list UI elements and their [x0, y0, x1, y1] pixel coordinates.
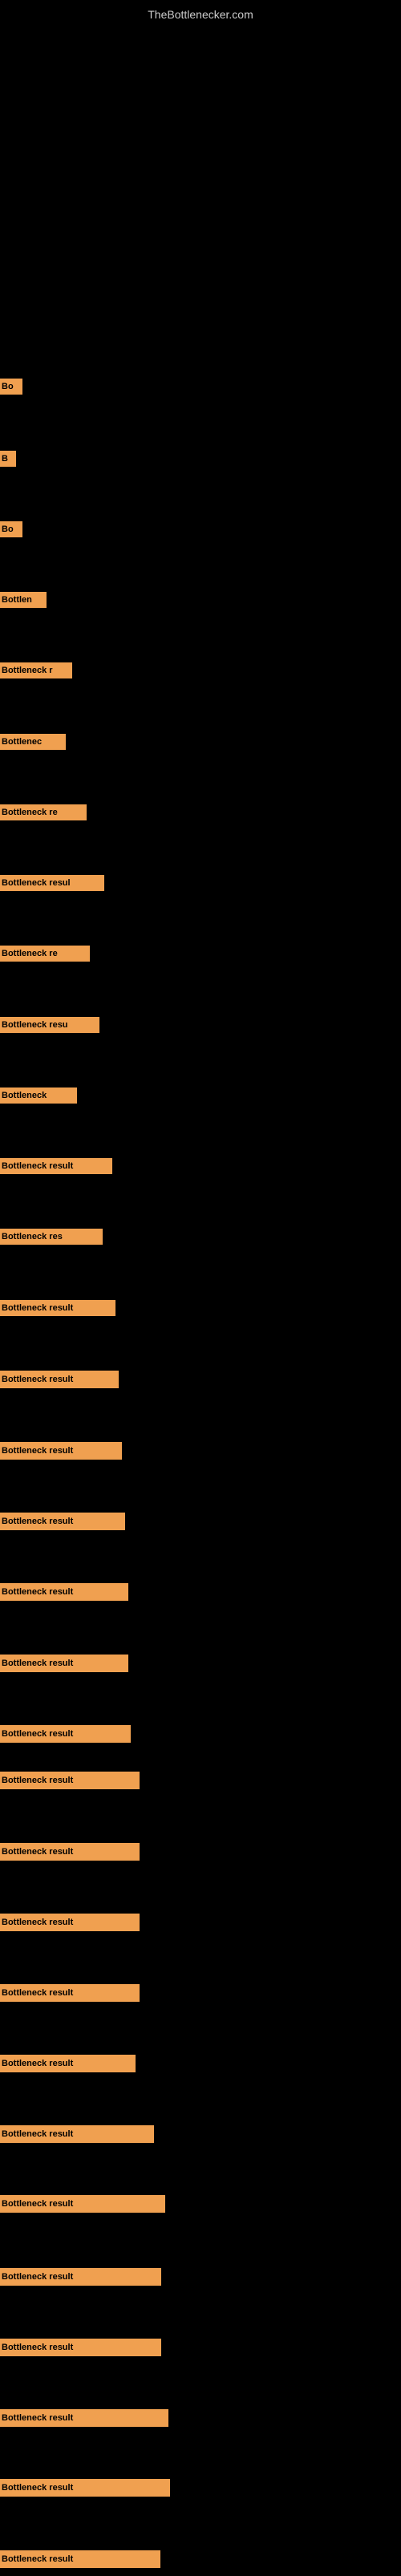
bottleneck-bar: Bottleneck result — [0, 1772, 140, 1789]
bottleneck-bar: Bottleneck result — [0, 2479, 170, 2497]
bottleneck-bar: Bottleneck result — [0, 2195, 165, 2213]
bottleneck-bar: Bottleneck re — [0, 804, 87, 820]
bottleneck-bar: Bottleneck r — [0, 662, 72, 678]
bottleneck-bar: Bottlen — [0, 592, 47, 608]
bottleneck-bar: Bottleneck res — [0, 1229, 103, 1245]
bottleneck-bar: Bottleneck result — [0, 1914, 140, 1931]
bottleneck-bar: Bottleneck result — [0, 1513, 125, 1530]
bottleneck-bar: Bottleneck result — [0, 1583, 128, 1601]
bottleneck-bar: Bottleneck result — [0, 1843, 140, 1861]
bottleneck-bar: Bottleneck resul — [0, 875, 104, 891]
bottleneck-bar: Bottleneck re — [0, 946, 90, 962]
bottleneck-bar: Bottleneck result — [0, 1300, 115, 1316]
bottleneck-bar: Bottleneck result — [0, 2550, 160, 2568]
bottleneck-bar: Bo — [0, 379, 22, 395]
bottleneck-bar: B — [0, 451, 16, 467]
bottleneck-bar: Bottleneck result — [0, 1158, 112, 1174]
bottleneck-bar: Bottleneck result — [0, 2409, 168, 2427]
bottleneck-bar: Bottleneck resu — [0, 1017, 99, 1033]
bottleneck-bar: Bottleneck — [0, 1088, 77, 1104]
bottleneck-bar: Bottleneck result — [0, 2055, 136, 2072]
bottleneck-bar: Bottlenec — [0, 734, 66, 750]
site-title: TheBottlenecker.com — [0, 0, 401, 26]
bottleneck-bar: Bottleneck result — [0, 1725, 131, 1743]
bottleneck-bar: Bottleneck result — [0, 2125, 154, 2143]
bottleneck-bar: Bottleneck result — [0, 1371, 119, 1388]
bottleneck-bar: Bo — [0, 521, 22, 537]
bottleneck-bar: Bottleneck result — [0, 1655, 128, 1672]
bottleneck-bar: Bottleneck result — [0, 2268, 161, 2286]
bars-container: Bo B Bo Bottlen Bottleneck r Bottlenec Bottlen… — [0, 26, 401, 2576]
bottleneck-bar: Bottleneck result — [0, 1984, 140, 2002]
bottleneck-bar: Bottleneck result — [0, 1442, 122, 1460]
bottleneck-bar: Bottleneck result — [0, 2339, 161, 2356]
